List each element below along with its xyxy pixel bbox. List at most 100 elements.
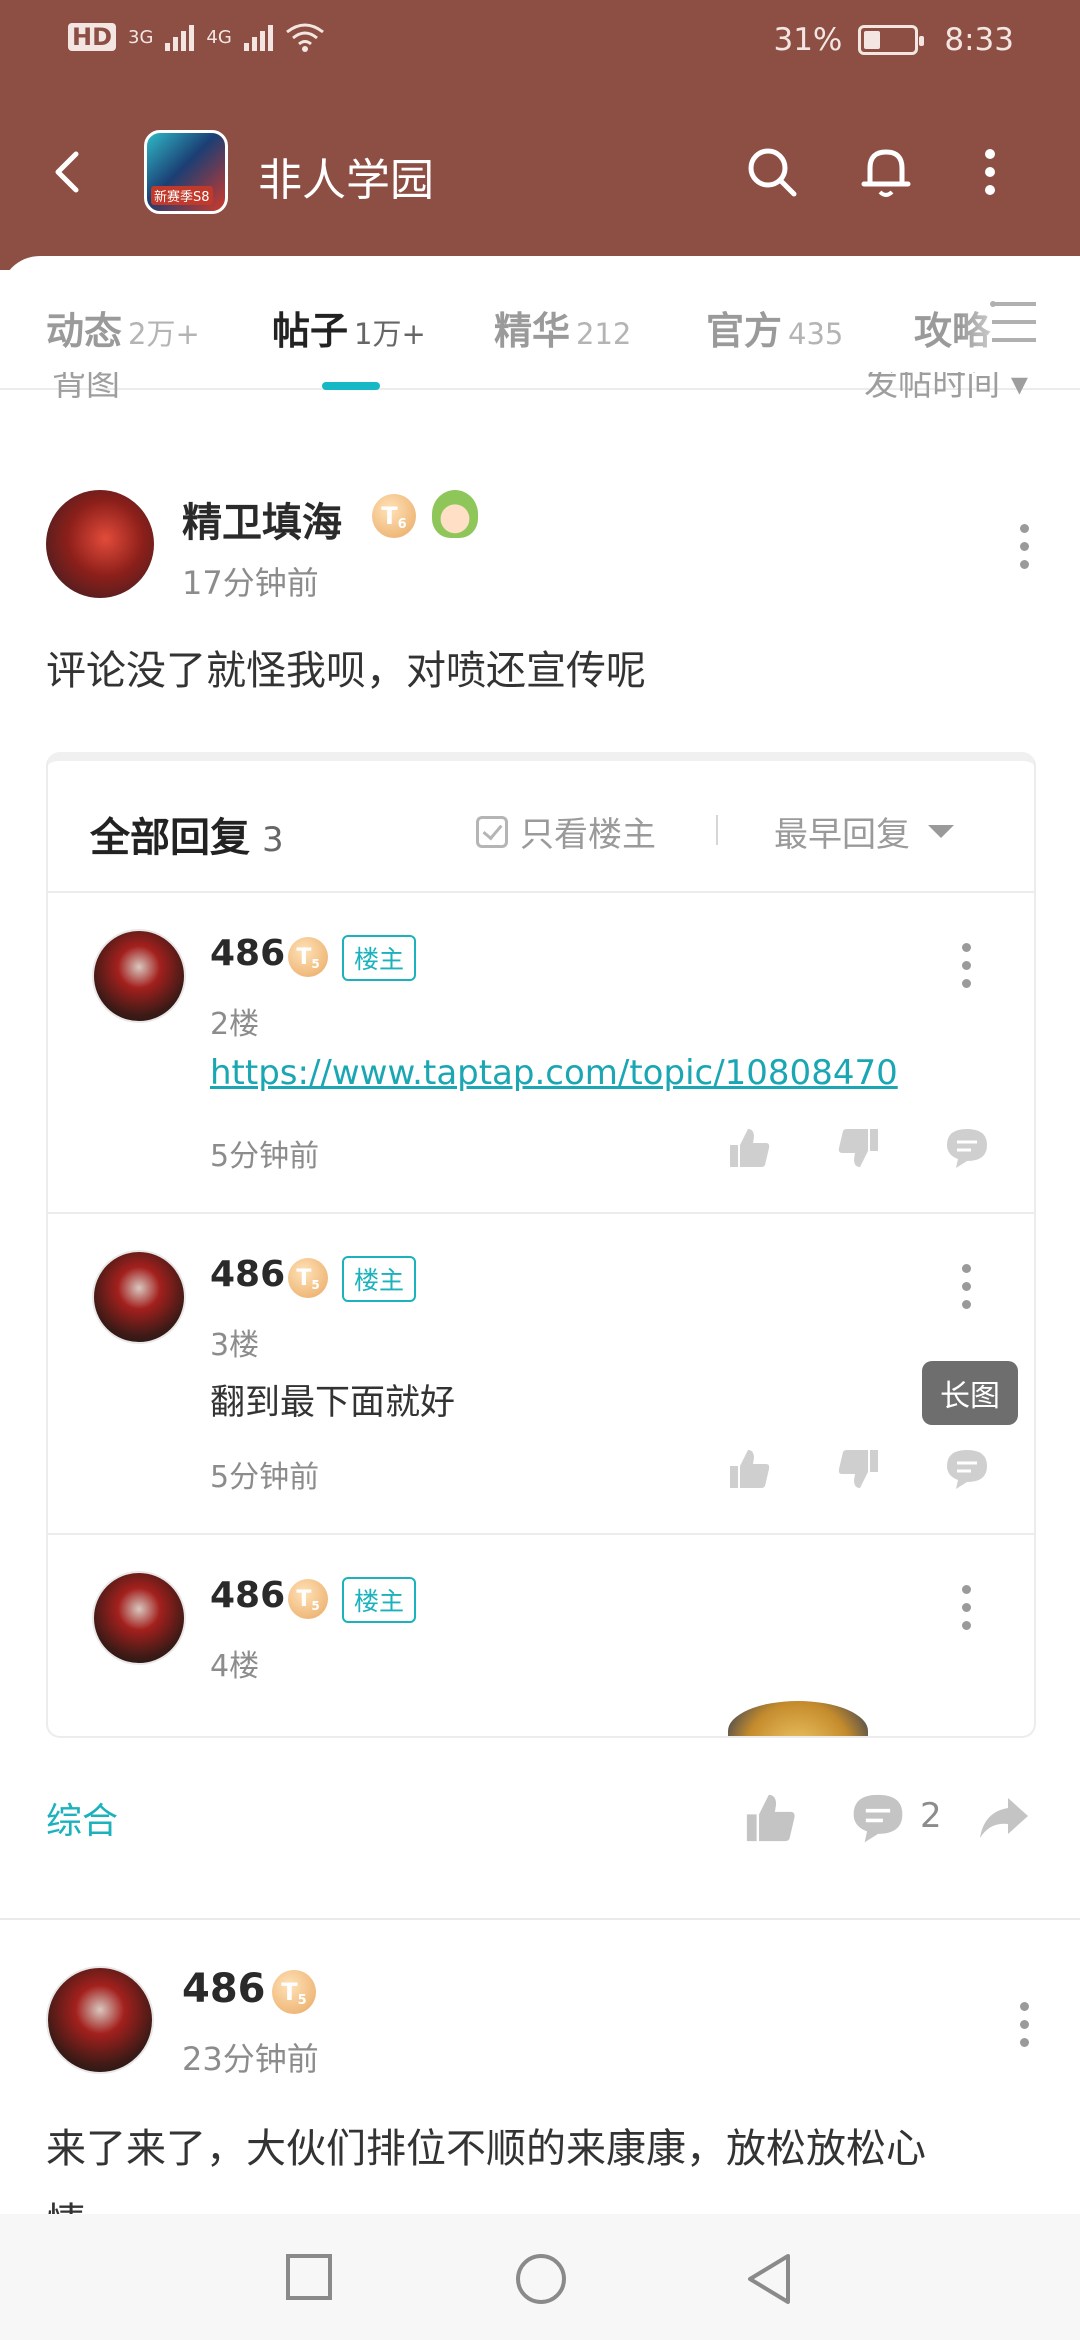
thumbs-up-icon[interactable] [726,1446,772,1492]
level-number: 5 [311,1278,320,1292]
post-time: 23分钟前 [182,2040,319,2078]
tab-count: 435 [788,317,844,351]
floor-number: 2楼 [210,1007,260,1042]
comment-icon[interactable] [944,1446,990,1492]
tab-featured[interactable]: 精华 212 [494,300,631,355]
home-icon[interactable] [514,2252,568,2306]
battery-percent: 31% [773,22,843,58]
level-badge: T5 [272,1970,316,2014]
bell-icon[interactable] [856,142,916,202]
reply-item: 486 T5 楼主 2楼 https://www.taptap.com/topi… [48,893,1034,1214]
reply-item: 486 T5 楼主 4楼 [48,1535,1034,1736]
level-number: 5 [297,1992,307,2008]
category-link[interactable]: 综合 [46,1792,118,1844]
app-bar: 新赛季S8 非人学园 [0,128,1080,218]
op-tag: 楼主 [342,935,417,981]
tab-label: 帖子 [272,309,349,353]
only-op-checkbox[interactable]: 只看楼主 [476,807,656,856]
replies-title-text: 全部回复 [90,815,250,861]
sort-dropdown[interactable]: 最早回复 [774,807,954,856]
avatar[interactable] [92,1571,186,1665]
tab-count: 212 [576,317,632,351]
page-title: 非人学园 [258,155,434,206]
floor-number: 3楼 [210,1328,260,1363]
thumbs-up-icon[interactable] [726,1125,772,1171]
filter-left[interactable]: 背图 [52,372,120,405]
level-number: 5 [311,1599,320,1613]
filter-sort[interactable]: 发帖时间 ▾ [864,372,1028,405]
post-author[interactable]: 精卫填海 [182,490,342,548]
reply-author[interactable]: 486 [210,1575,285,1616]
reply-author[interactable]: 486 [210,933,285,974]
replies-count: 3 [262,820,284,860]
game-icon-tag: 新赛季S8 [151,186,213,205]
signal-icon [165,23,195,51]
tab-count: 2万+ [128,317,200,351]
comment-count: 2 [920,1796,942,1836]
level-number: 5 [311,957,320,971]
level-badge: T5 [288,1258,328,1298]
game-icon[interactable]: 新赛季S8 [144,130,228,214]
signal-icon-2 [243,23,273,51]
tab-count: 1万+ [354,317,426,351]
replies-box: 全部回复 3 只看楼主 最早回复 486 T5 楼主 2楼 https://www… [46,752,1036,1738]
reply-time: 5分钟前 [210,1460,320,1495]
reply-more-icon[interactable] [962,1585,972,1639]
sort-label: 最早回复 [774,815,910,855]
search-icon[interactable] [742,142,802,202]
post-author[interactable]: 486 [182,1966,266,2012]
chevron-down-icon [928,825,954,838]
thumbs-down-icon[interactable] [836,1125,882,1171]
divider [716,815,718,845]
post-text[interactable]: 来了来了，大伙们排位不顺的来康康，放松放松心 [46,2116,926,2174]
level-number: 6 [397,516,407,532]
tab-list-icon[interactable] [990,300,1038,344]
back-arrow-icon[interactable] [44,148,92,196]
reply-more-icon[interactable] [962,943,972,997]
hd-indicator: HD [68,23,117,51]
back-nav-icon[interactable] [744,2252,794,2306]
post-more-icon[interactable] [1020,524,1030,578]
avatar[interactable] [92,1250,186,1344]
avatar[interactable] [46,1966,154,2074]
tab-dynamic[interactable]: 动态 2万+ [46,300,200,355]
tab-posts[interactable]: 帖子 1万+ [272,300,426,355]
avatar[interactable] [92,929,186,1023]
tab-official[interactable]: 官方 435 [706,300,843,355]
checkbox-icon [476,815,508,848]
level-badge: T6 [372,494,416,538]
recent-apps-icon[interactable] [284,2252,334,2302]
post-text[interactable]: 评论没了就怪我呗，对喷还宣传呢 [46,638,646,696]
reply-text[interactable]: 翻到最下面就好 [210,1374,455,1425]
avatar[interactable] [46,490,154,598]
thumbs-up-icon[interactable] [742,1790,798,1846]
wifi-icon [285,23,324,52]
reply-more-icon[interactable] [962,1264,972,1318]
level-badge: T5 [288,1579,328,1619]
reply-item: 486 T5 楼主 3楼 翻到最下面就好 5分钟前 [48,1214,1034,1535]
tab-label: 官方 [706,309,783,353]
post-footer: 综合 2 [0,1780,1080,1860]
floor-number: 4楼 [210,1649,260,1684]
more-vertical-icon[interactable] [970,142,1010,202]
op-tag: 楼主 [342,1577,417,1623]
filter-bar-peek: 背图 发帖时间 ▾ [0,372,1080,412]
share-icon[interactable] [976,1790,1032,1846]
comment-icon[interactable] [944,1125,990,1171]
level-letter: T [296,1265,312,1291]
op-tag: 楼主 [342,1256,417,1302]
top-bar: HD 3G 4G 31% 8:33 新赛季S8 非人学园 [0,0,1080,270]
status-bar: HD 3G 4G 31% 8:33 [0,22,1080,68]
reply-link[interactable]: https://www.taptap.com/topic/10808470 [210,1053,898,1093]
replies-header: 全部回复 3 只看楼主 最早回复 [48,761,1034,893]
level-letter: T [296,1586,312,1612]
post-more-icon[interactable] [1020,2002,1030,2056]
only-op-label: 只看楼主 [520,815,656,855]
level-letter: T [296,944,312,970]
level-badge: T5 [288,937,328,977]
comment-icon[interactable] [850,1790,906,1846]
net2-label: 4G [206,26,232,48]
reply-author[interactable]: 486 [210,1254,285,1295]
level-letter: T [281,1978,298,2006]
thumbs-down-icon[interactable] [836,1446,882,1492]
